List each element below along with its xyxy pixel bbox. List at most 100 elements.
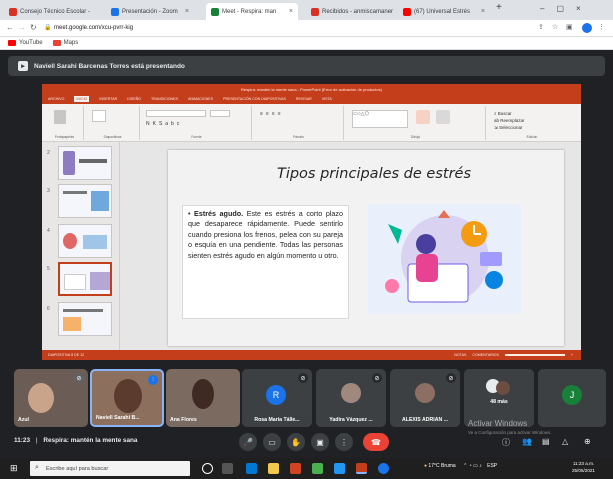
gmail-icon — [52, 40, 61, 46]
slide-thumbnail[interactable] — [58, 184, 112, 218]
font-format-buttons[interactable]: NKSabc — [146, 121, 182, 127]
system-tray: ● 17°C Bruma ⌃ ◔ ▭ ♪ ESP — [424, 463, 497, 469]
participant-tile-presenter[interactable]: ⫶ Naviell Sarahí B... — [90, 369, 164, 427]
forward-icon[interactable]: → — [18, 23, 26, 32]
activities-icon[interactable]: △ — [562, 437, 568, 446]
mic-button[interactable]: 🎤 — [239, 433, 257, 451]
raise-hand-button[interactable]: ✋ — [287, 433, 305, 451]
browser-tab[interactable]: Presentación - Zoom × — [106, 3, 194, 20]
slide-thumbnail-selected[interactable] — [58, 262, 112, 296]
task-view-icon[interactable] — [222, 463, 233, 474]
leave-call-button[interactable]: ☎ — [363, 433, 389, 451]
ribbon-group-label: Diapositivas — [103, 135, 122, 139]
edge-icon[interactable] — [246, 463, 257, 474]
participant-tile[interactable]: ⊘ Azul — [14, 369, 88, 427]
address-bar[interactable]: meet.google.com/xcu-pvrr-kig — [54, 25, 133, 31]
extensions-icon[interactable]: ▣ — [566, 23, 573, 31]
slide-thumbnail[interactable] — [58, 146, 112, 180]
back-icon[interactable]: ← — [6, 23, 14, 32]
store-icon[interactable] — [312, 463, 323, 474]
editing-buttons[interactable]: ⌕ Buscar ab Reemplazar ⇲ Seleccionar — [494, 110, 525, 131]
participant-tile[interactable]: ⊘ ALEXIS ADRIAN ... — [390, 369, 460, 427]
mail-icon[interactable] — [334, 463, 345, 474]
stress-illustration[interactable] — [368, 204, 521, 314]
bookmark-maps[interactable]: Maps — [52, 40, 78, 46]
quick-styles-icon[interactable] — [436, 110, 450, 124]
chrome-icon[interactable] — [378, 463, 389, 474]
notes-button[interactable]: NOTAS — [454, 353, 466, 357]
browser-tab[interactable]: Recibidos - anmiscamaner × — [306, 3, 394, 20]
weather-text[interactable]: 17°C Bruma — [428, 463, 455, 469]
ppt-tab-presentacion[interactable]: PRESENTACIÓN CON DIAPOSITIVAS — [223, 97, 286, 101]
ppt-tab-diseno[interactable]: DISEÑO — [127, 97, 141, 101]
font-size-select[interactable] — [210, 110, 230, 117]
participant-tile[interactable]: J — [538, 369, 606, 427]
zoom-slider[interactable] — [504, 354, 565, 356]
decor-bubble — [485, 271, 503, 289]
new-tab-button[interactable]: + — [496, 2, 502, 13]
ppt-tab-animaciones[interactable]: ANIMACIONES — [188, 97, 213, 101]
taskbar-clock[interactable]: 11:23 a.m. 25/05/2021 — [572, 460, 595, 474]
tab-label: Consejo Técnico Escolar - — [20, 8, 90, 15]
shapes-gallery[interactable]: ▭○△⬡ — [352, 110, 408, 128]
font-name-select[interactable] — [146, 110, 206, 117]
star-icon[interactable]: ☆ — [552, 23, 558, 31]
avatar: J — [562, 385, 582, 405]
language-indicator[interactable]: ESP — [487, 463, 497, 469]
file-explorer-icon[interactable] — [268, 463, 279, 474]
powerpoint-icon[interactable] — [356, 463, 367, 474]
ppt-ribbon: Portapapeles Diapositivas NKSabc Fuente … — [42, 104, 581, 142]
chat-icon[interactable]: ▤ — [542, 437, 550, 446]
window-controls[interactable]: –▢× — [540, 4, 593, 13]
arrange-icon[interactable] — [416, 110, 430, 124]
office-icon[interactable] — [290, 463, 301, 474]
bookmark-label: YouTube — [19, 40, 43, 46]
paragraph-buttons[interactable]: ≡≡≡≡ — [260, 111, 284, 117]
ppt-tab-revisar[interactable]: REVISAR — [296, 97, 312, 101]
slide-thumbnail[interactable] — [58, 302, 112, 336]
slide-thumbnail[interactable] — [58, 224, 112, 258]
close-icon[interactable]: × — [185, 8, 189, 15]
people-icon[interactable]: 👥 — [522, 437, 532, 446]
present-button[interactable]: ▣ — [311, 433, 329, 451]
taskbar-search[interactable]: ⌕ Escribe aquí para buscar — [30, 461, 190, 476]
ppt-tab-transiciones[interactable]: TRANSICIONES — [151, 97, 178, 101]
comments-button[interactable]: COMENTARIOS — [472, 353, 499, 357]
cortana-icon[interactable] — [202, 463, 213, 474]
menu-icon[interactable]: ⋮ — [598, 23, 605, 31]
slide-text-box[interactable]: • Estrés agudo. Este es estrés a corto p… — [182, 205, 349, 319]
share-icon[interactable]: ⇪ — [538, 23, 544, 31]
participant-tile[interactable]: R ⊘ Rosa Maria Tálle... — [242, 369, 312, 427]
reload-icon[interactable]: ↻ — [30, 23, 37, 32]
browser-tab[interactable]: (67) Universal Estrés × — [398, 3, 490, 20]
profile-avatar[interactable] — [582, 23, 592, 33]
mic-off-icon: ⊘ — [372, 373, 382, 383]
ribbon-group-parrafo: ≡≡≡≡ Párrafo — [254, 106, 344, 140]
paste-icon[interactable] — [54, 110, 66, 124]
participant-tile[interactable]: ⊘ Yadira Vázquez ... — [316, 369, 386, 427]
bookmark-youtube[interactable]: YouTube — [8, 40, 43, 46]
windows-start-icon[interactable]: ⊞ — [10, 463, 18, 474]
ppt-tab-vista[interactable]: VISTA — [322, 97, 332, 101]
more-options-button[interactable]: ⋮ — [335, 433, 353, 451]
slide-counter: DIAPOSITIVA 5 DE 12 — [48, 353, 85, 357]
close-icon[interactable]: × — [289, 8, 293, 15]
ppt-tab-insertar[interactable]: INSERTAR — [99, 97, 117, 101]
participant-video — [28, 383, 54, 413]
tab-label: Presentación - Zoom — [122, 8, 178, 15]
mic-icon: 🎤 — [243, 437, 253, 447]
browser-tab-active[interactable]: Meet - Respira: man × — [206, 3, 298, 20]
camera-button[interactable]: ▭ — [263, 433, 281, 451]
lock-icon[interactable]: ⊕ — [584, 437, 591, 446]
slide-title[interactable]: Tipos principales de estrés — [254, 166, 494, 182]
participant-tile[interactable]: Ana Flores — [166, 369, 240, 427]
info-icon[interactable]: ⓘ — [502, 437, 510, 448]
ppt-tab-archivo[interactable]: ARCHIVO — [48, 97, 64, 101]
person-body — [416, 254, 438, 282]
new-slide-icon[interactable] — [92, 110, 106, 122]
ppt-tab-inicio[interactable]: INICIO — [74, 96, 90, 102]
tray-icons[interactable]: ⌃ ◔ ▭ ♪ — [463, 463, 482, 469]
close-icon[interactable]: × — [481, 8, 485, 15]
zoom-in-button[interactable]: + — [571, 353, 573, 357]
browser-tab[interactable]: Consejo Técnico Escolar - × — [4, 3, 92, 20]
